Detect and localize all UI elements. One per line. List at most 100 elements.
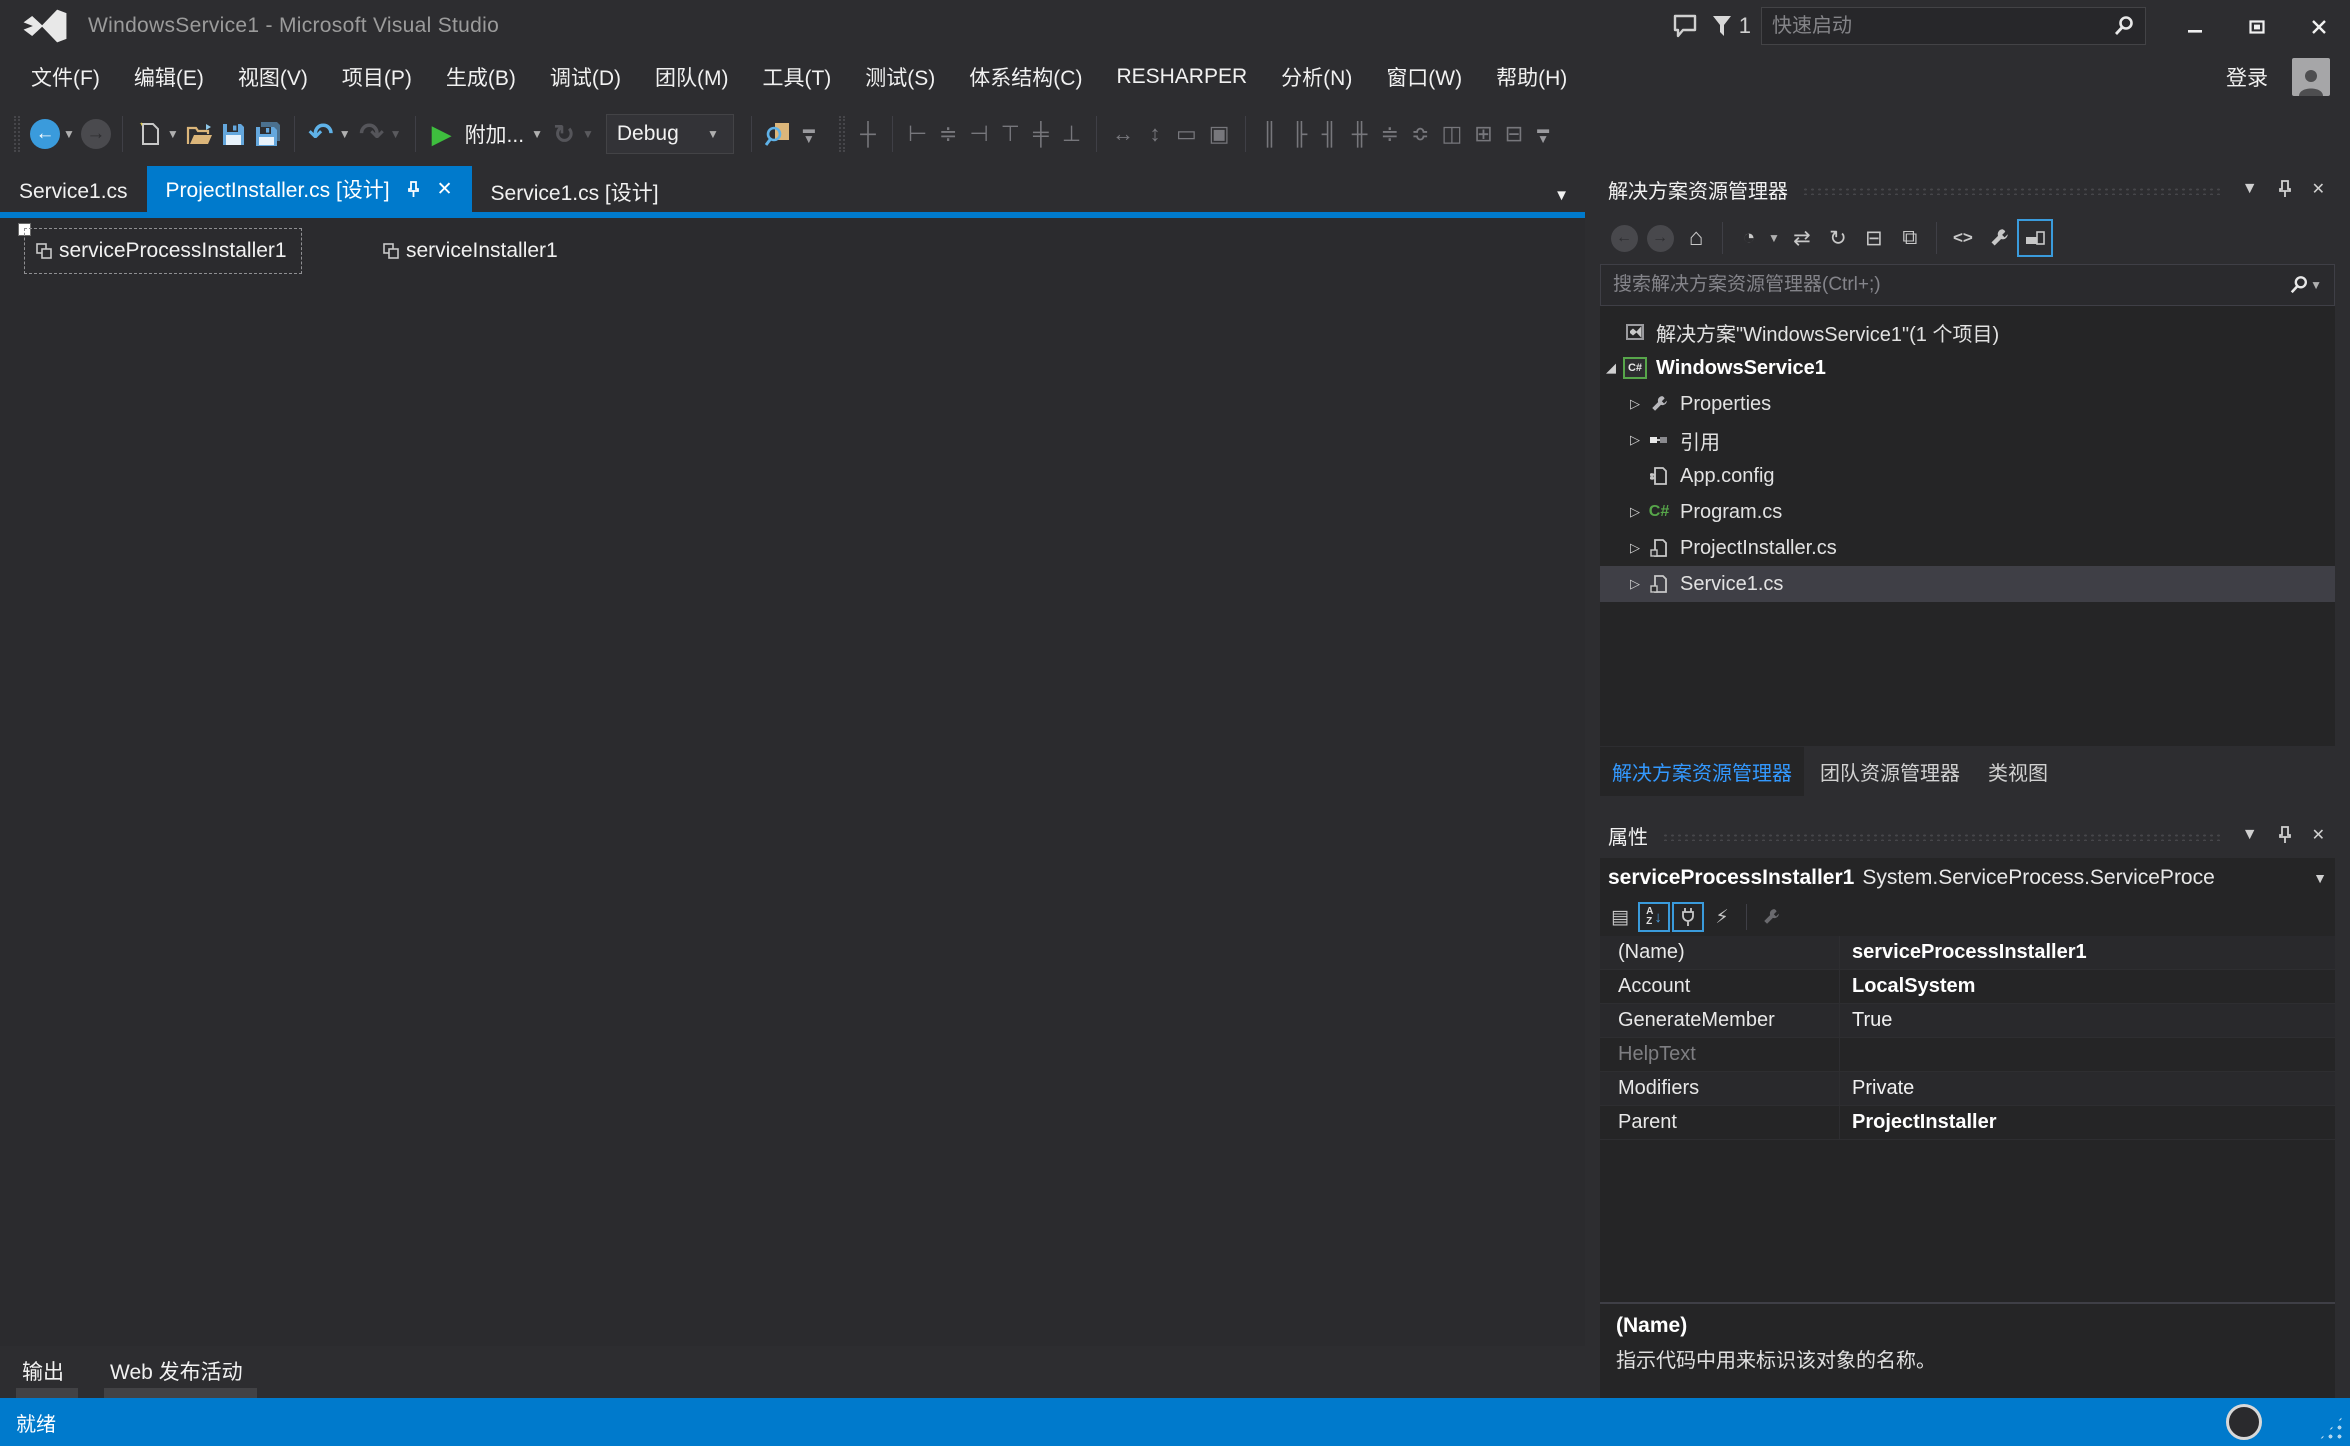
tab-service1-designer[interactable]: Service1.cs [设计] <box>472 172 678 212</box>
property-row-helptext[interactable]: HelpText <box>1600 1038 2335 1072</box>
se-switch-views-dropdown-icon[interactable]: ▼ <box>1768 231 1780 245</box>
redo-icon[interactable]: ↷ <box>355 114 389 154</box>
layout-toolbar-grip[interactable] <box>839 116 845 152</box>
panel-drag-area[interactable] <box>1662 833 2220 841</box>
web-publish-activity-tab[interactable]: Web 发布活动 <box>110 1356 243 1386</box>
events-icon[interactable]: ⚡ <box>1706 902 1738 932</box>
feedback-circle-icon[interactable] <box>2226 1404 2262 1440</box>
close-panel-icon[interactable]: ✕ <box>2302 179 2335 199</box>
auto-hide-pin-icon[interactable] <box>2268 826 2302 844</box>
expander-collapsed-icon[interactable]: ▷ <box>1624 576 1646 592</box>
tab-team-explorer[interactable]: 团队资源管理器 <box>1808 747 1972 796</box>
component-serviceprocessinstaller1[interactable]: serviceProcessInstaller1 <box>24 228 302 274</box>
menu-file[interactable]: 文件(F) <box>14 54 117 100</box>
component-serviceinstaller1[interactable]: serviceInstaller1 <box>372 228 572 274</box>
start-debug-icon[interactable]: ▶ <box>425 114 459 154</box>
window-position-dropdown-icon[interactable]: ▼ <box>2232 180 2268 198</box>
auto-hide-pin-icon[interactable] <box>2268 180 2302 198</box>
se-forward-icon[interactable]: → <box>1642 219 1678 257</box>
quick-launch-box[interactable] <box>1761 7 2146 45</box>
tab-class-view[interactable]: 类视图 <box>1976 747 2060 796</box>
property-row-account[interactable]: Account LocalSystem <box>1600 970 2335 1004</box>
solution-explorer-header[interactable]: 解决方案资源管理器 ▼ ✕ <box>1600 166 2335 212</box>
solution-explorer-search-box[interactable]: ▼ <box>1600 264 2335 306</box>
notification-count[interactable]: 1 <box>1739 13 1751 39</box>
se-collapse-all-icon[interactable]: ⊟ <box>1856 219 1892 257</box>
expander-collapsed-icon[interactable]: ▷ <box>1624 504 1646 520</box>
tab-solution-explorer[interactable]: 解决方案资源管理器 <box>1600 747 1804 796</box>
se-switch-views-icon[interactable]: ◔ <box>1731 219 1767 257</box>
expander-collapsed-icon[interactable]: ▷ <box>1624 540 1646 556</box>
tree-row-solution[interactable]: 解决方案"WindowsService1"(1 个项目) <box>1600 314 2335 350</box>
tab-service1-cs[interactable]: Service1.cs <box>0 172 147 212</box>
menu-test[interactable]: 测试(S) <box>848 54 952 100</box>
window-position-dropdown-icon[interactable]: ▼ <box>2232 826 2268 844</box>
se-preview-selected-items-icon[interactable] <box>2017 219 2053 257</box>
toolbar-overflow-icon[interactable]: ▬▼ <box>795 124 823 144</box>
restart-icon[interactable]: ↻ <box>547 114 581 154</box>
categorized-icon[interactable]: ▤ <box>1604 902 1636 932</box>
navigate-forward-button[interactable]: → <box>79 114 113 154</box>
sign-in-link[interactable]: 登录 <box>2218 56 2276 98</box>
solution-explorer-search-input[interactable] <box>1613 274 2289 296</box>
undo-dropdown-icon[interactable]: ▼ <box>339 127 351 141</box>
menu-debug[interactable]: 调试(D) <box>533 54 638 100</box>
new-file-icon[interactable] <box>132 114 166 154</box>
menu-edit[interactable]: 编辑(E) <box>117 54 221 100</box>
menu-view[interactable]: 视图(V) <box>221 54 325 100</box>
se-refresh-icon[interactable]: ↻ <box>1820 219 1856 257</box>
menu-build[interactable]: 生成(B) <box>429 54 533 100</box>
save-all-icon[interactable] <box>251 114 285 154</box>
maximize-button[interactable] <box>2226 5 2288 47</box>
layout-toolbar-overflow-icon[interactable]: ▬▼ <box>1529 124 1557 144</box>
user-avatar-icon[interactable] <box>2292 58 2330 96</box>
output-tab[interactable]: 输出 <box>22 1356 64 1386</box>
restart-dropdown-icon[interactable]: ▼ <box>582 127 594 141</box>
close-button[interactable] <box>2288 5 2350 47</box>
se-sync-with-active-document-icon[interactable]: ⇄ <box>1784 219 1820 257</box>
expander-collapsed-icon[interactable]: ▷ <box>1624 396 1646 412</box>
panel-drag-area[interactable] <box>1802 187 2220 195</box>
se-properties-icon[interactable] <box>1981 219 2017 257</box>
properties-view-icon[interactable] <box>1672 902 1704 932</box>
menu-architecture[interactable]: 体系结构(C) <box>952 54 1099 100</box>
property-pages-icon[interactable] <box>1755 902 1787 932</box>
menu-resharper[interactable]: RESHARPER <box>1099 57 1264 97</box>
save-icon[interactable] <box>217 114 251 154</box>
attach-button[interactable]: 附加... <box>465 119 525 149</box>
properties-object-selector[interactable]: serviceProcessInstaller1 System.ServiceP… <box>1600 858 2335 898</box>
close-panel-icon[interactable]: ✕ <box>2302 825 2335 845</box>
tree-row-service1cs[interactable]: ▷ Service1.cs <box>1600 566 2335 602</box>
solution-configurations-combo[interactable]: Debug ▼ <box>606 114 734 154</box>
property-row-name[interactable]: (Name) serviceProcessInstaller1 <box>1600 936 2335 970</box>
undo-icon[interactable]: ↶ <box>304 114 338 154</box>
tree-row-references[interactable]: ▷ 引用 <box>1600 422 2335 458</box>
property-row-modifiers[interactable]: Modifiers Private <box>1600 1072 2335 1106</box>
toolbar-grip[interactable] <box>14 116 20 152</box>
tree-row-properties[interactable]: ▷ Properties <box>1600 386 2335 422</box>
expander-collapsed-icon[interactable]: ▷ <box>1624 432 1646 448</box>
se-back-icon[interactable]: ← <box>1606 219 1642 257</box>
menu-help[interactable]: 帮助(H) <box>1479 54 1584 100</box>
attach-dropdown-icon[interactable]: ▼ <box>531 127 543 141</box>
menu-tools[interactable]: 工具(T) <box>745 54 848 100</box>
se-show-all-files-icon[interactable]: ⧉ <box>1892 219 1928 257</box>
designer-surface[interactable]: serviceProcessInstaller1 serviceInstalle… <box>0 218 1585 1346</box>
tree-row-project-windowsservice1[interactable]: ◢ C# WindowsService1 <box>1600 350 2335 386</box>
notifications-flag-icon[interactable] <box>1707 4 1737 48</box>
redo-dropdown-icon[interactable]: ▼ <box>390 127 402 141</box>
quick-launch-input[interactable] <box>1772 15 2113 38</box>
menu-window[interactable]: 窗口(W) <box>1369 54 1479 100</box>
new-file-dropdown-icon[interactable]: ▼ <box>167 127 179 141</box>
menu-team[interactable]: 团队(M) <box>638 54 745 100</box>
pin-tab-icon[interactable] <box>406 181 421 198</box>
se-home-icon[interactable]: ⌂ <box>1678 219 1714 257</box>
menu-analyze[interactable]: 分析(N) <box>1264 54 1369 100</box>
tree-row-projectinstallercs[interactable]: ▷ ProjectInstaller.cs <box>1600 530 2335 566</box>
document-list-dropdown-icon[interactable]: ▼ <box>1554 187 1585 212</box>
property-row-generatemember[interactable]: GenerateMember True <box>1600 1004 2335 1038</box>
expander-expanded-icon[interactable]: ◢ <box>1600 360 1622 376</box>
tree-row-appconfig[interactable]: App.config <box>1600 458 2335 494</box>
resize-grip[interactable] <box>2318 1415 2344 1441</box>
menu-project[interactable]: 项目(P) <box>325 54 429 100</box>
